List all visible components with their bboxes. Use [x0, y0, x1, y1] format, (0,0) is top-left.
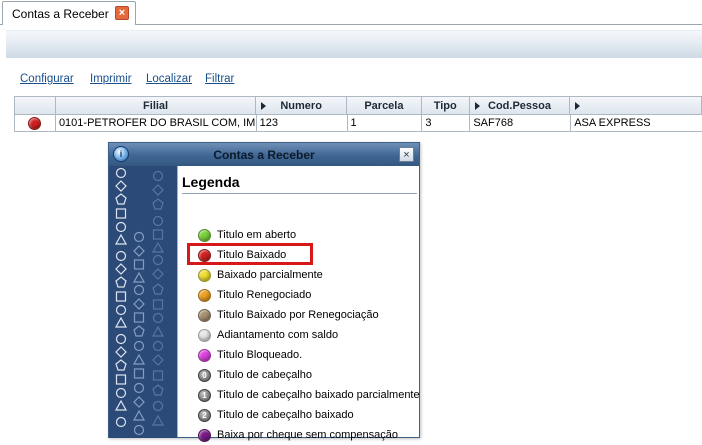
close-icon[interactable]: ×: [115, 6, 129, 20]
close-icon[interactable]: ×: [399, 147, 414, 162]
filial-cell: 0101-PETROFER DO BRASIL COM, IM...: [56, 115, 257, 131]
legend-label: Baixado parcialmente: [217, 269, 323, 281]
orange-led-icon: [198, 288, 211, 302]
legend-label: Titulo Bloqueado.: [217, 349, 303, 361]
legend-item: Baixado parcialmente: [198, 266, 323, 284]
legend-item: 2 Titulo de cabeçalho baixado: [198, 406, 354, 424]
numbered-2-icon: 2: [198, 408, 211, 422]
configurar-link[interactable]: Configurar: [20, 73, 74, 85]
legend-item: 0 Titulo de cabeçalho: [198, 366, 312, 384]
magenta-led-icon: [198, 348, 211, 362]
dialog-title-bar[interactable]: i Contas a Receber ×: [109, 143, 419, 166]
brown-led-icon: [198, 308, 211, 322]
sort-arrow-icon: [474, 102, 480, 110]
column-header-status[interactable]: [15, 97, 56, 114]
column-header-cod-pessoa[interactable]: Cod.Pessoa: [470, 97, 571, 114]
legend-item: Titulo Baixado por Renegociação: [198, 306, 379, 324]
header-band: [6, 30, 702, 58]
dialog-title: Contas a Receber: [213, 147, 315, 162]
legend-label: Titulo de cabeçalho: [217, 369, 312, 381]
column-header-label: Cod.Pessoa: [488, 99, 551, 112]
column-header-numero[interactable]: Numero: [256, 97, 348, 114]
status-cell: [15, 115, 56, 131]
legend-label: Titulo Renegociado: [217, 289, 312, 301]
legend-item: Titulo Bloqueado.: [198, 346, 302, 364]
column-header-filial[interactable]: Filial: [56, 97, 257, 114]
tab-contas-a-receber[interactable]: Contas a Receber ×: [2, 1, 136, 25]
tab-strip: Contas a Receber ×: [0, 0, 702, 25]
decorative-side-panel: [109, 166, 177, 438]
cod-pessoa-cell: SAF768: [470, 115, 572, 131]
legend-item: Titulo Renegociado: [198, 286, 311, 304]
yellow-led-icon: [198, 268, 211, 282]
localizar-link[interactable]: Localizar: [146, 73, 192, 85]
app-logo-icon: i: [113, 146, 129, 162]
column-header-label: Numero: [280, 99, 322, 112]
tipo-cell: 3: [422, 115, 471, 131]
table-row[interactable]: 0101-PETROFER DO BRASIL COM, IM... 123 1…: [14, 115, 702, 132]
highlight-box: [187, 243, 313, 265]
green-led-icon: [198, 228, 211, 242]
legend-item: 1 Titulo de cabeçalho baixado parcialmen…: [198, 386, 420, 404]
legend-panel: Legenda Titulo em aberto Titulo Baixado …: [177, 166, 420, 442]
column-header-nome[interactable]: [570, 97, 701, 114]
tab-label: Contas a Receber: [12, 6, 109, 21]
legend-dialog: i Contas a Receber × Legenda Titulo em a…: [108, 142, 420, 442]
legend-label: Titulo em aberto: [217, 229, 297, 241]
legend-label: Titulo de cabeçalho baixado: [217, 409, 354, 421]
legend-item: Adiantamento com saldo: [198, 326, 338, 344]
column-header-parcela[interactable]: Parcela: [347, 97, 422, 114]
legend-label: Baixa por cheque sem compensação: [217, 429, 398, 441]
red-status-icon: [28, 116, 42, 130]
numbered-1-icon: 1: [198, 388, 211, 402]
legend-label: Titulo Baixado por Renegociação: [217, 309, 379, 321]
nome-cell: ASA EXPRESS: [574, 117, 651, 129]
legend-item: Titulo em aberto: [198, 226, 296, 244]
filtrar-link[interactable]: Filtrar: [205, 73, 234, 85]
imprimir-link[interactable]: Imprimir: [90, 73, 132, 85]
sort-arrow-icon: [261, 102, 267, 110]
divider: [182, 193, 417, 194]
numero-cell: 123: [257, 115, 348, 131]
column-header-tipo[interactable]: Tipo: [422, 97, 470, 114]
numbered-0-icon: 0: [198, 368, 211, 382]
shapes-pattern-icon: [114, 167, 165, 436]
legend-label: Titulo de cabeçalho baixado parcialmente: [217, 389, 420, 401]
white-led-icon: [198, 328, 211, 342]
parcela-cell: 1: [348, 115, 423, 131]
legend-item: Baixa por cheque sem compensação: [198, 426, 398, 444]
data-grid: Filial Numero Parcela Tipo Cod.Pessoa 01…: [14, 96, 702, 132]
legend-title: Legenda: [182, 174, 240, 190]
sort-arrow-icon: [575, 102, 581, 110]
grid-header: Filial Numero Parcela Tipo Cod.Pessoa: [14, 96, 702, 115]
purple-led-icon: [198, 428, 211, 442]
legend-label: Adiantamento com saldo: [217, 329, 339, 341]
